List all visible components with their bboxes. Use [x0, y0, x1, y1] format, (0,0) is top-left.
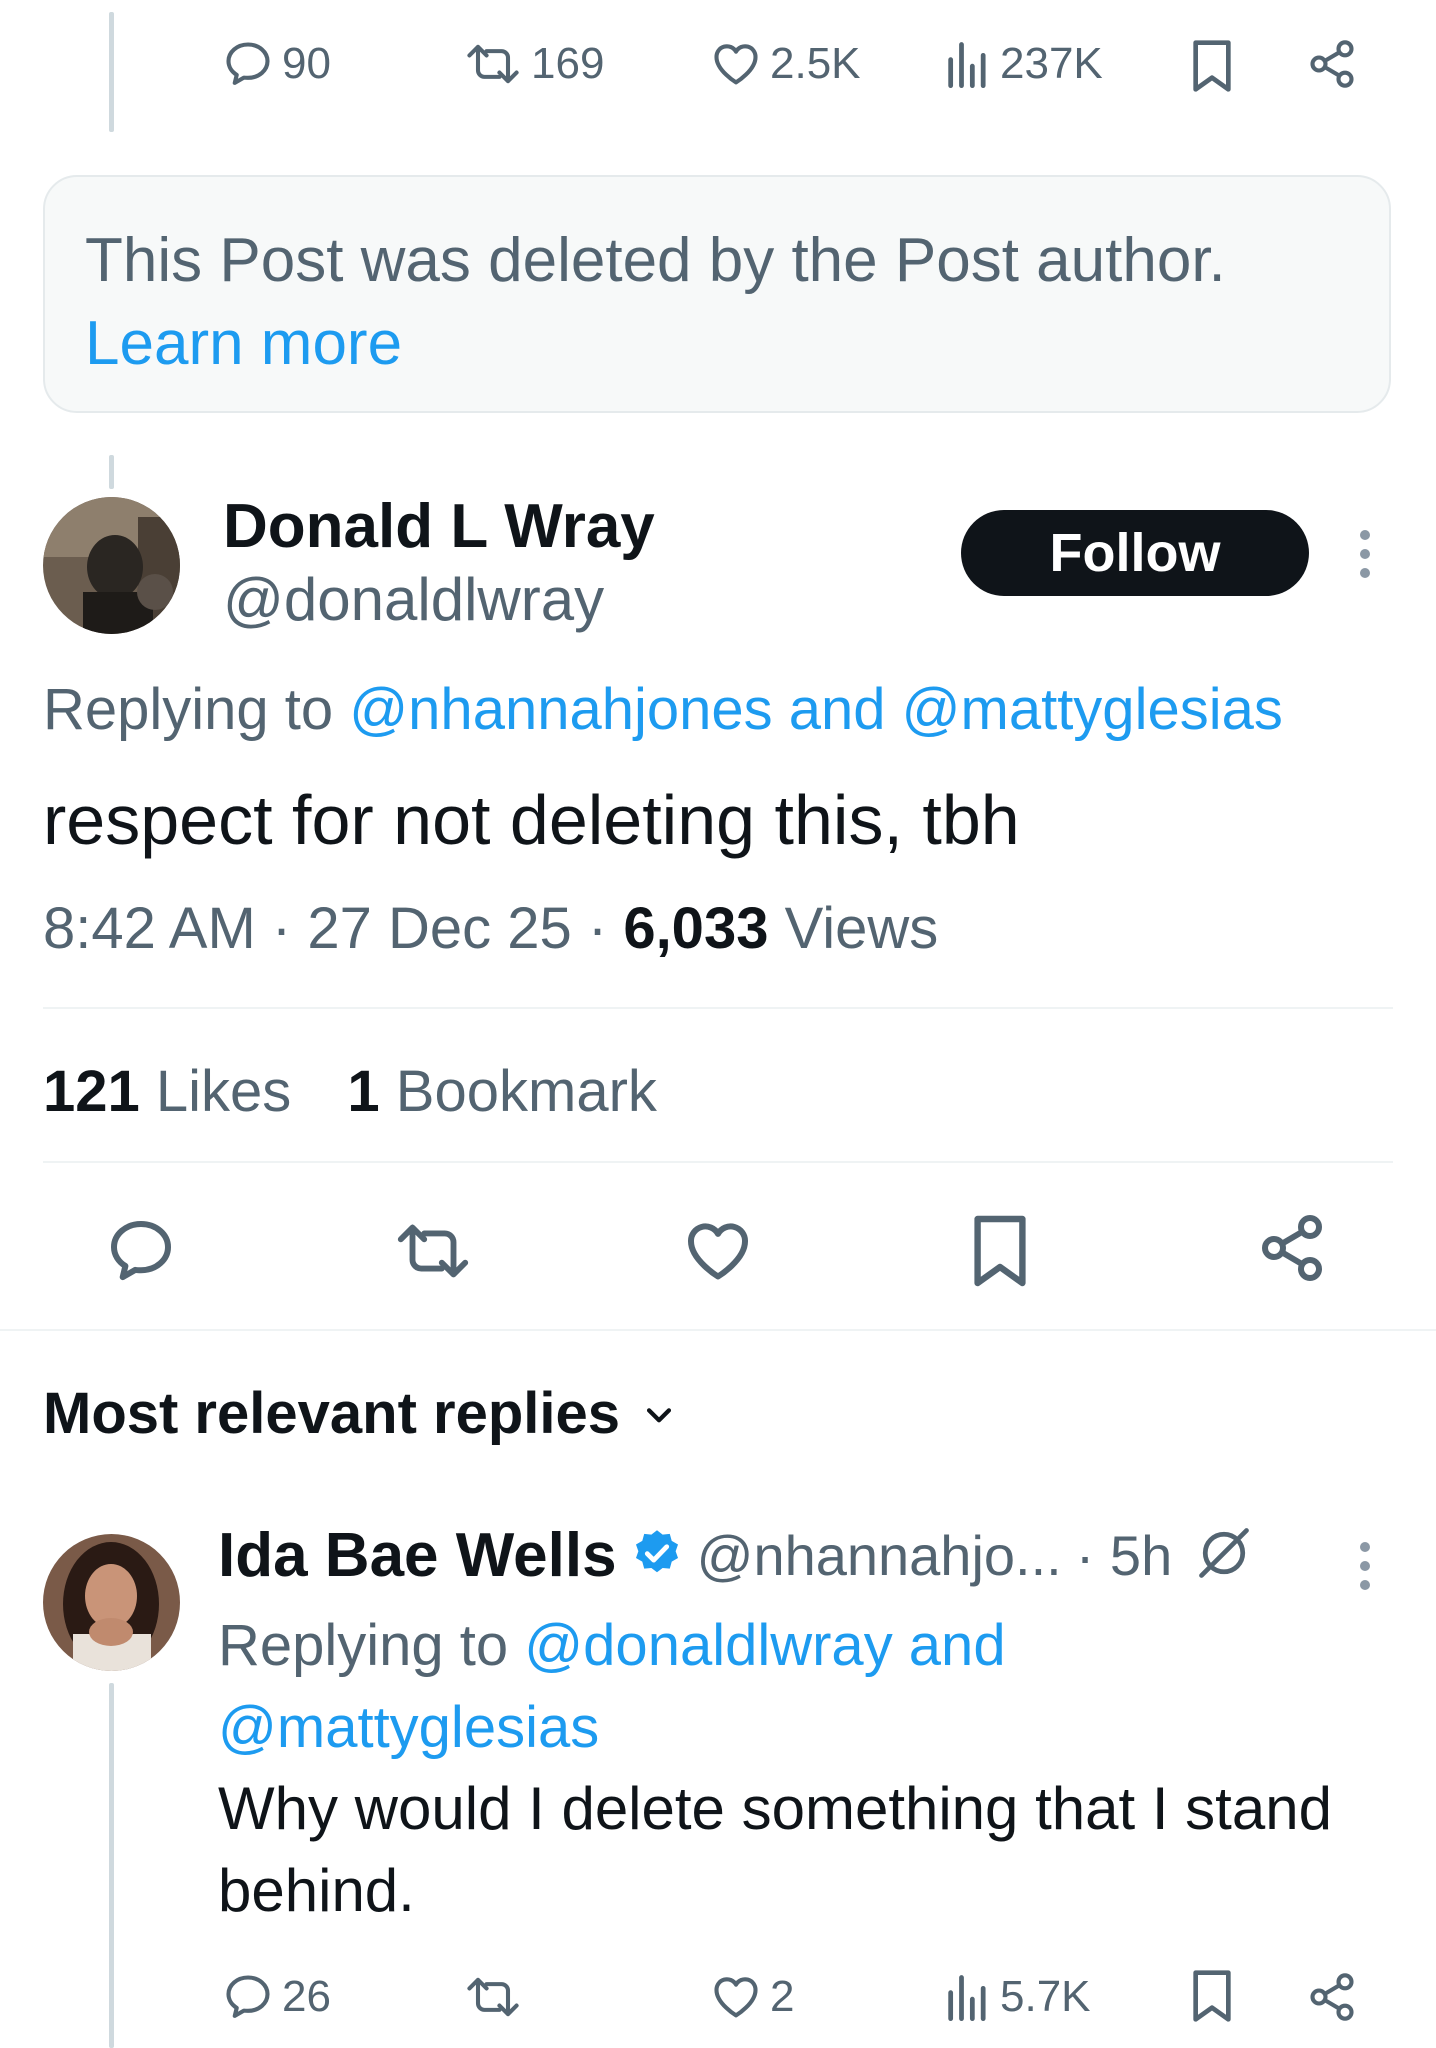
- reply-header: Ida Bae Wells @nhannahjo... · 5h: [218, 1520, 1254, 1591]
- replying-to-links[interactable]: @nhannahjones and @mattyglesias: [349, 677, 1283, 742]
- post-replying-to: Replying to @nhannahjones and @mattygles…: [43, 676, 1283, 743]
- repost-action[interactable]: 169: [463, 38, 604, 90]
- like-button[interactable]: [682, 1215, 754, 1292]
- reply-replying-prefix: Replying to: [218, 1613, 525, 1678]
- reply-replying-link-2[interactable]: @mattyglesias: [218, 1687, 1006, 1769]
- views-icon: [944, 38, 992, 90]
- reply-icon: [111, 1221, 171, 1281]
- reply-like-count: 2: [770, 1972, 795, 2021]
- bookmark-icon: [974, 1215, 1026, 1287]
- reply-text: Why would I delete something that I stan…: [218, 1768, 1332, 1932]
- bookmark-button[interactable]: [968, 1212, 1032, 1295]
- post-author-name[interactable]: Donald L Wray: [223, 491, 655, 562]
- reply-views-action[interactable]: 5.7K: [944, 1971, 1091, 2023]
- bookmarks-stat[interactable]: 1 Bookmark: [347, 1059, 656, 1124]
- repost-count: 169: [531, 39, 605, 88]
- heart-icon: [688, 1223, 748, 1280]
- replies-section-title: Most relevant replies: [43, 1381, 620, 1446]
- like-count: 2.5K: [770, 39, 861, 88]
- more-options-icon[interactable]: [1360, 530, 1370, 578]
- reply-button[interactable]: [105, 1215, 177, 1292]
- bookmark-icon: [1188, 1968, 1236, 2024]
- deleted-post-notice: This Post was deleted by the Post author…: [43, 175, 1391, 413]
- repost-icon: [463, 1971, 523, 2023]
- share-icon: [1262, 1215, 1322, 1281]
- post-time[interactable]: 8:42 AM: [43, 896, 256, 961]
- share-button[interactable]: [1256, 1212, 1328, 1289]
- bookmark-icon: [1188, 38, 1236, 94]
- bookmark-action[interactable]: [1188, 38, 1236, 94]
- replying-prefix: Replying to: [43, 677, 350, 742]
- reply-more-options-icon[interactable]: [1360, 1542, 1370, 1590]
- likes-stat[interactable]: 121 Likes: [43, 1059, 291, 1124]
- reply-views-count: 5.7K: [1000, 1972, 1091, 2021]
- thread-line-top: [109, 12, 114, 132]
- views-label: Views: [768, 896, 939, 961]
- divider-1: [43, 1007, 1393, 1009]
- divider-2: [43, 1161, 1393, 1163]
- thread-line-reply: [109, 1683, 114, 2048]
- repost-button[interactable]: [392, 1215, 474, 1292]
- grok-icon[interactable]: [1194, 1523, 1254, 1588]
- heart-icon: [710, 1971, 762, 2023]
- repost-icon: [397, 1224, 469, 1278]
- post-date[interactable]: 27 Dec 25: [307, 896, 571, 961]
- reply-replying-link-1[interactable]: @donaldlwray and: [524, 1613, 1005, 1678]
- avatar-donald[interactable]: [43, 497, 180, 634]
- thread-line-post: [109, 455, 114, 489]
- reply-reply-count: 26: [282, 1972, 331, 2021]
- post-text: respect for not deleting this, tbh: [43, 781, 1020, 859]
- reply-replying-to: Replying to @donaldlwray and @mattyglesi…: [218, 1605, 1006, 1769]
- reply-author-handle[interactable]: @nhannahjo...: [697, 1523, 1062, 1588]
- follow-button[interactable]: Follow: [961, 510, 1309, 596]
- reply-action[interactable]: 90: [222, 38, 331, 90]
- reply-repost-action[interactable]: [463, 1971, 523, 2023]
- reply-icon: [222, 1971, 274, 2023]
- engagement-stats: 121 Likes 1 Bookmark: [43, 1058, 657, 1125]
- reply-like-action[interactable]: 2: [710, 1971, 794, 2023]
- learn-more-link[interactable]: Learn more: [85, 308, 402, 379]
- repost-icon: [463, 38, 523, 90]
- like-action[interactable]: 2.5K: [710, 38, 861, 90]
- reply-icon: [222, 38, 274, 90]
- reply-text-line-2: behind.: [218, 1857, 415, 1924]
- avatar-ida[interactable]: [43, 1534, 180, 1671]
- divider-3: [0, 1329, 1436, 1331]
- reply-author-name[interactable]: Ida Bae Wells: [218, 1520, 617, 1591]
- views-action[interactable]: 237K: [944, 38, 1103, 90]
- meta-sep-1: ·: [255, 896, 308, 961]
- reply-text-line-1: Why would I delete something that I stan…: [218, 1775, 1332, 1842]
- share-icon: [1306, 1971, 1358, 2023]
- deleted-message: This Post was deleted by the Post author…: [85, 226, 1226, 295]
- share-action[interactable]: [1306, 38, 1358, 90]
- reply-age[interactable]: · 5h: [1076, 1523, 1173, 1588]
- verified-badge-icon: [631, 1527, 683, 1584]
- views-count-bold: 6,033: [623, 896, 769, 961]
- heart-icon: [710, 38, 762, 90]
- views-icon: [944, 1971, 992, 2023]
- chevron-down-icon: [642, 1380, 676, 1447]
- meta-sep-2: ·: [571, 896, 624, 961]
- reply-count: 90: [282, 39, 331, 88]
- reply-share-action[interactable]: [1306, 1971, 1358, 2023]
- post-author-handle[interactable]: @donaldlwray: [223, 565, 604, 634]
- views-count: 237K: [1000, 39, 1103, 88]
- post-meta: 8:42 AM · 27 Dec 25 · 6,033 Views: [43, 895, 938, 962]
- reply-reply-action[interactable]: 26: [222, 1971, 331, 2023]
- replies-sort-dropdown[interactable]: Most relevant replies: [43, 1380, 676, 1447]
- share-icon: [1306, 38, 1358, 90]
- reply-bookmark-action[interactable]: [1188, 1968, 1236, 2024]
